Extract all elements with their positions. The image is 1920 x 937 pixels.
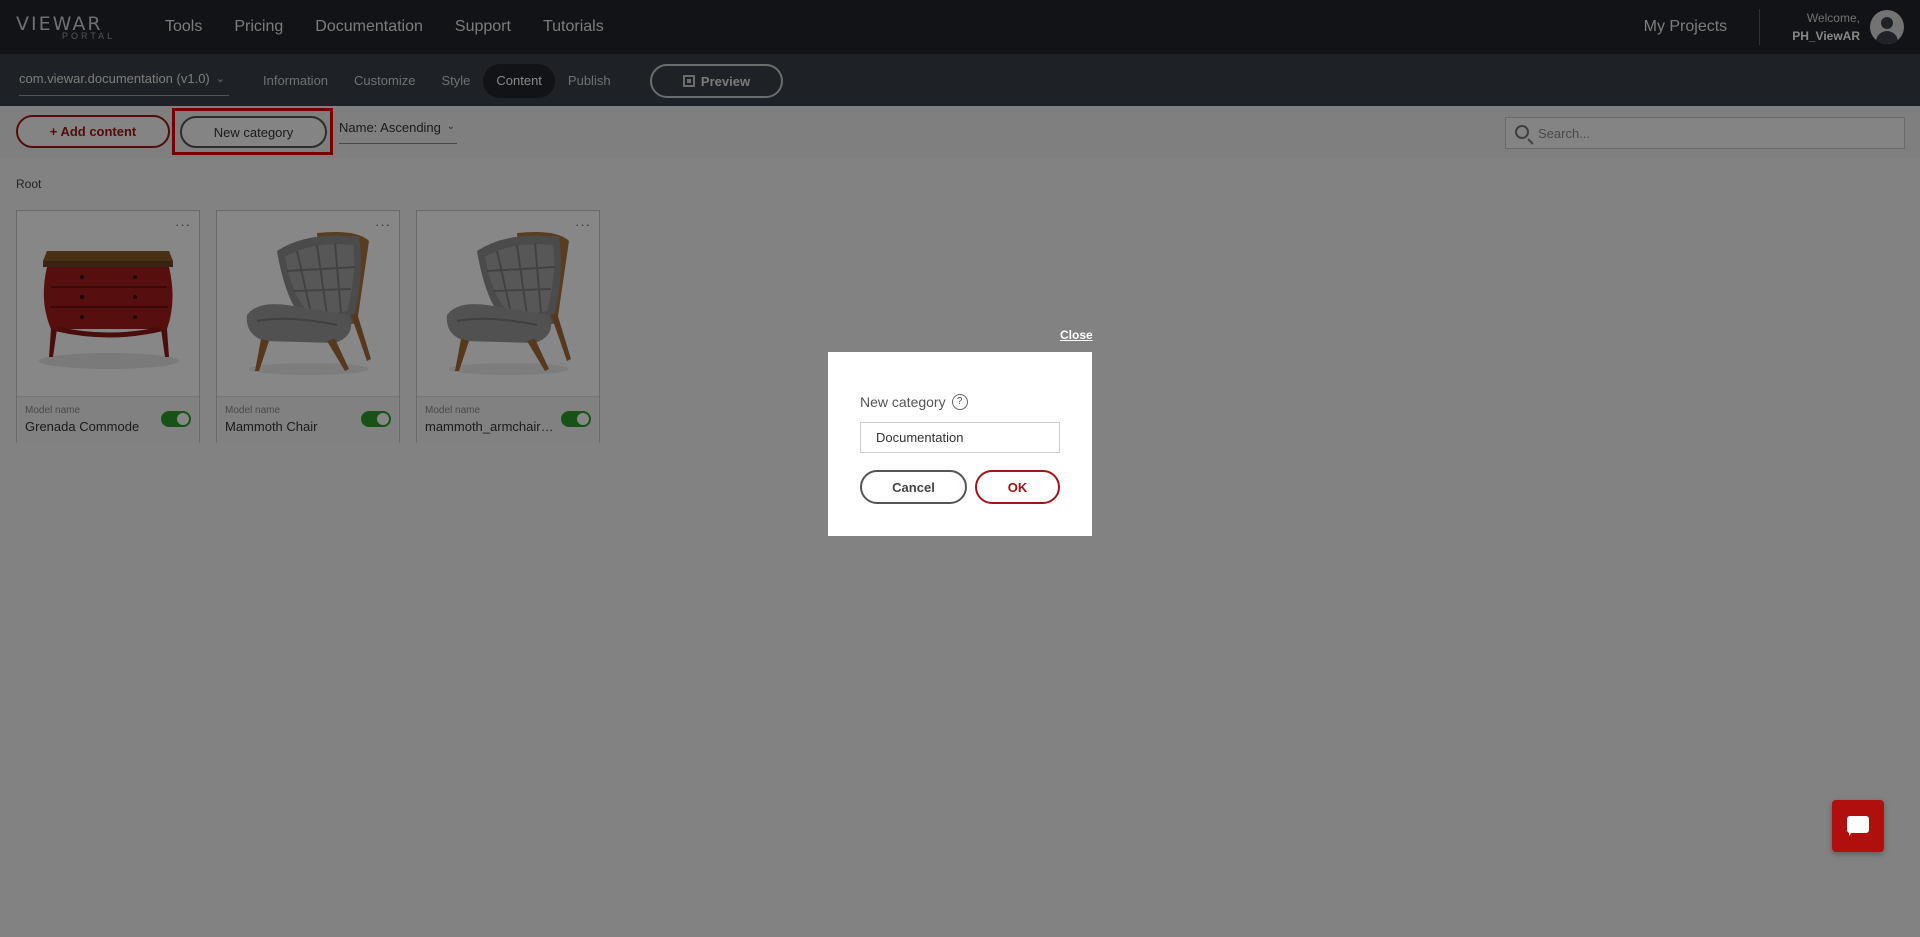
ok-button[interactable]: OK bbox=[975, 470, 1060, 504]
new-category-dialog: New category ? Cancel OK bbox=[828, 352, 1092, 536]
category-name-input[interactable] bbox=[860, 422, 1060, 453]
cancel-button[interactable]: Cancel bbox=[860, 470, 967, 504]
dialog-title-row: New category ? bbox=[860, 394, 968, 410]
modal-close-link[interactable]: Close bbox=[1060, 328, 1093, 342]
help-icon[interactable]: ? bbox=[951, 394, 968, 410]
chat-button[interactable] bbox=[1832, 800, 1884, 852]
dialog-title: New category bbox=[860, 394, 946, 410]
